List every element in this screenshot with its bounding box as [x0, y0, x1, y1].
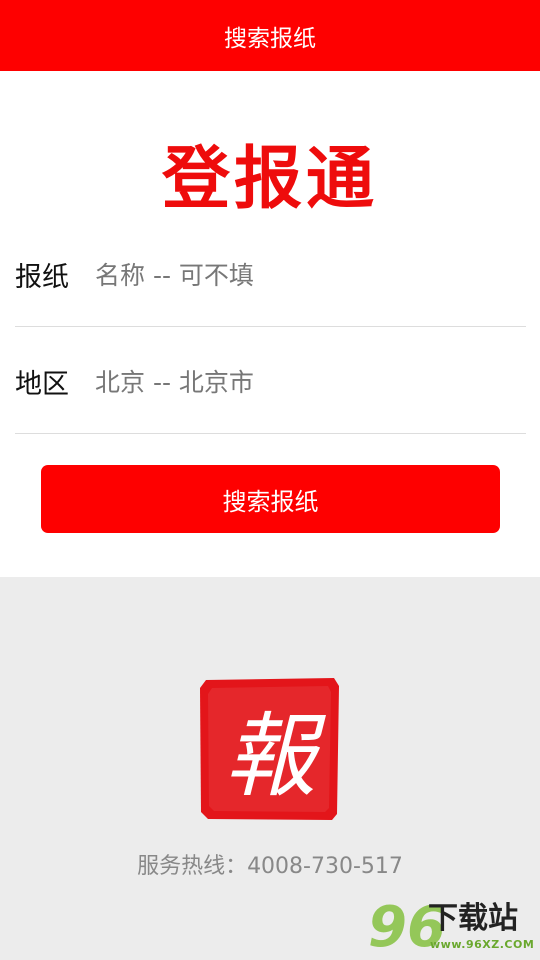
region-label: 地区 — [15, 368, 69, 400]
newspaper-label: 报纸 — [15, 261, 69, 293]
seal-character: 報 — [224, 703, 326, 810]
newspaper-seal-logo: 報 — [200, 678, 339, 820]
divider — [15, 433, 526, 434]
newspaper-field[interactable]: 报纸 名称 -- 可不填 — [15, 244, 526, 304]
page-title: 搜索报纸 — [224, 25, 316, 52]
site-watermark: 96 下载站 www.96XZ.COM — [368, 898, 538, 958]
watermark-url: www.96XZ.COM — [430, 938, 535, 951]
newspaper-input[interactable]: 名称 -- 可不填 — [95, 256, 254, 292]
search-button-label: 搜索报纸 — [222, 487, 319, 516]
service-hotline: 服务热线：4008-730-517 — [137, 854, 403, 879]
app-screen: 搜索报纸 登报通 报纸 名称 -- 可不填 地区 北京 -- 北京市 搜索报纸 … — [0, 0, 540, 960]
divider — [15, 326, 526, 327]
region-field[interactable]: 地区 北京 -- 北京市 — [15, 351, 526, 411]
watermark-text: 下载站 — [428, 901, 518, 936]
title-bar: 搜索报纸 — [0, 0, 540, 71]
search-newspaper-button[interactable]: 搜索报纸 — [41, 465, 500, 533]
region-select[interactable]: 北京 -- 北京市 — [95, 363, 254, 399]
brand-logo-text: 登报通 — [161, 140, 378, 219]
